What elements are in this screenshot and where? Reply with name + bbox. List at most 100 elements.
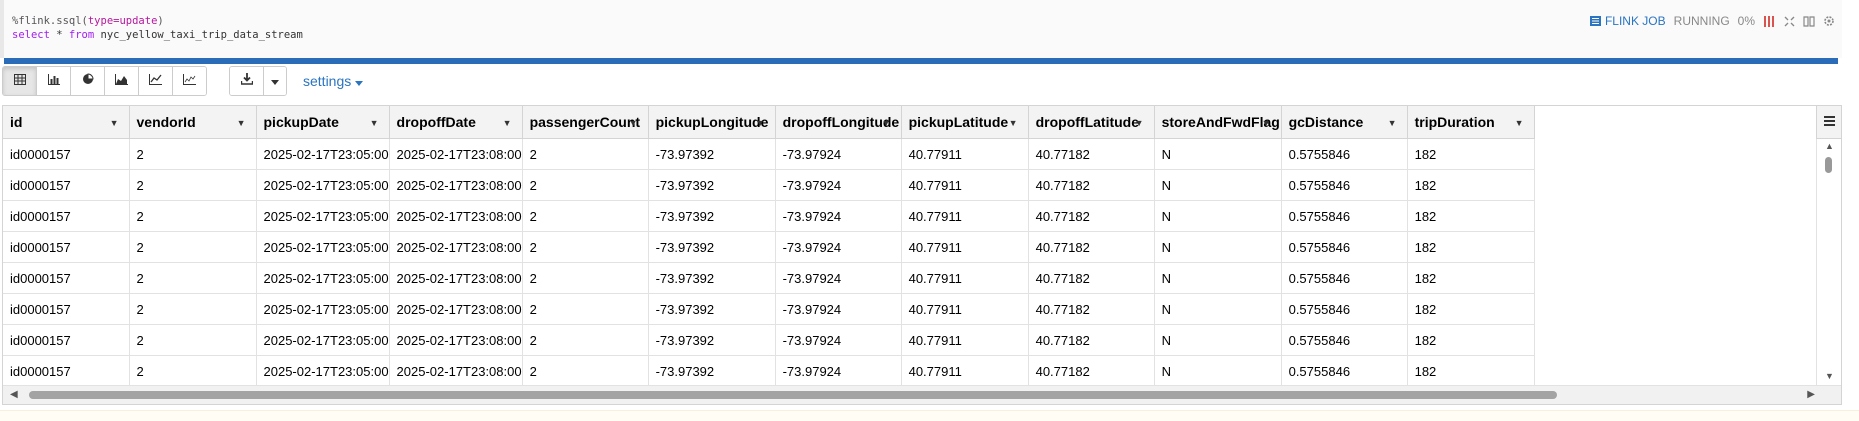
column-menu-icon[interactable]: ▼ bbox=[1009, 118, 1018, 128]
table-cell[interactable]: -73.97924 bbox=[775, 169, 902, 201]
table-cell[interactable]: id0000157 bbox=[3, 169, 130, 201]
table-cell[interactable]: -73.97924 bbox=[775, 355, 902, 387]
horizontal-scroll-thumb[interactable] bbox=[29, 391, 1557, 399]
column-menu-icon[interactable]: ▼ bbox=[882, 118, 891, 128]
table-cell[interactable]: -73.97392 bbox=[648, 169, 776, 201]
table-cell[interactable]: 2025-02-17T23:08:00 bbox=[389, 231, 523, 263]
table-cell[interactable]: 40.77911 bbox=[901, 231, 1029, 263]
table-cell[interactable]: 2 bbox=[129, 231, 257, 263]
table-cell[interactable]: -73.97924 bbox=[775, 262, 902, 294]
table-cell[interactable]: 40.77182 bbox=[1028, 169, 1155, 201]
column-menu-icon[interactable]: ▼ bbox=[756, 118, 765, 128]
table-cell[interactable]: 40.77182 bbox=[1028, 293, 1155, 325]
code-text[interactable]: %flink.ssql(type=update) select * from n… bbox=[12, 14, 303, 42]
table-cell[interactable]: 40.77911 bbox=[901, 138, 1029, 170]
table-cell[interactable]: 40.77911 bbox=[901, 262, 1029, 294]
table-row[interactable]: id0000157 2 2025-02-17T23:05:00 2025-02-17T… bbox=[3, 138, 1535, 170]
table-cell[interactable]: id0000157 bbox=[3, 324, 130, 356]
column-menu-icon[interactable]: ▼ bbox=[1262, 118, 1271, 128]
column-menu-icon[interactable]: ▼ bbox=[503, 118, 512, 128]
table-cell[interactable]: 0.5755846 bbox=[1281, 200, 1408, 232]
scroll-left-icon[interactable]: ◀ bbox=[10, 389, 18, 400]
table-cell[interactable]: 182 bbox=[1407, 324, 1535, 356]
table-cell[interactable]: -73.97924 bbox=[775, 324, 902, 356]
column-header[interactable]: dropoffDate ▼ bbox=[389, 106, 523, 139]
area-chart-button[interactable] bbox=[105, 67, 139, 95]
table-cell[interactable]: 40.77182 bbox=[1028, 138, 1155, 170]
table-cell[interactable]: 182 bbox=[1407, 138, 1535, 170]
table-cell[interactable]: 2 bbox=[522, 324, 649, 356]
table-cell[interactable]: 2025-02-17T23:05:00 bbox=[256, 138, 390, 170]
table-cell[interactable]: 2025-02-17T23:05:00 bbox=[256, 355, 390, 387]
table-cell[interactable]: 40.77182 bbox=[1028, 262, 1155, 294]
table-cell[interactable]: 2 bbox=[129, 200, 257, 232]
table-cell[interactable]: N bbox=[1154, 293, 1282, 325]
table-cell[interactable]: 2 bbox=[129, 138, 257, 170]
scroll-up-icon[interactable]: ▲ bbox=[1825, 141, 1834, 151]
table-cell[interactable]: id0000157 bbox=[3, 355, 130, 387]
settings-toggle[interactable]: settings bbox=[303, 73, 364, 89]
table-cell[interactable]: id0000157 bbox=[3, 262, 130, 294]
table-cell[interactable]: 182 bbox=[1407, 169, 1535, 201]
table-cell[interactable]: 40.77182 bbox=[1028, 355, 1155, 387]
table-row[interactable]: id0000157 2 2025-02-17T23:05:00 2025-02-17T… bbox=[3, 293, 1535, 325]
scroll-down-icon[interactable]: ▼ bbox=[1825, 371, 1834, 381]
table-cell[interactable]: -73.97924 bbox=[775, 293, 902, 325]
table-row[interactable]: id0000157 2 2025-02-17T23:05:00 2025-02-17T… bbox=[3, 355, 1535, 387]
table-cell[interactable]: 40.77911 bbox=[901, 324, 1029, 356]
column-header[interactable]: passengerCount ▼ bbox=[522, 106, 649, 139]
table-cell[interactable]: -73.97924 bbox=[775, 138, 902, 170]
table-cell[interactable]: 182 bbox=[1407, 231, 1535, 263]
table-cell[interactable]: -73.97392 bbox=[648, 355, 776, 387]
table-cell[interactable]: 2025-02-17T23:05:00 bbox=[256, 262, 390, 294]
table-cell[interactable]: 2 bbox=[522, 262, 649, 294]
line-chart-button[interactable] bbox=[139, 67, 173, 95]
table-cell[interactable]: 2025-02-17T23:08:00 bbox=[389, 355, 523, 387]
table-cell[interactable]: -73.97924 bbox=[775, 200, 902, 232]
book-icon[interactable] bbox=[1803, 15, 1815, 27]
grid-menu-button[interactable] bbox=[1816, 106, 1841, 139]
column-menu-icon[interactable]: ▼ bbox=[1515, 118, 1524, 128]
table-cell[interactable]: 0.5755846 bbox=[1281, 355, 1408, 387]
table-cell[interactable]: 2 bbox=[129, 293, 257, 325]
table-cell[interactable]: 182 bbox=[1407, 262, 1535, 294]
table-cell[interactable]: 2 bbox=[522, 138, 649, 170]
table-cell[interactable]: 2 bbox=[522, 169, 649, 201]
scroll-right-icon[interactable]: ▶ bbox=[1807, 389, 1815, 400]
table-cell[interactable]: -73.97392 bbox=[648, 200, 776, 232]
table-cell[interactable]: 182 bbox=[1407, 355, 1535, 387]
download-options-button[interactable] bbox=[264, 67, 286, 95]
column-header[interactable]: id ▼ bbox=[3, 106, 130, 139]
code-editor[interactable]: %flink.ssql(type=update) select * from n… bbox=[0, 0, 1842, 58]
table-cell[interactable]: 182 bbox=[1407, 293, 1535, 325]
table-cell[interactable]: 0.5755846 bbox=[1281, 262, 1408, 294]
table-cell[interactable]: 2 bbox=[129, 169, 257, 201]
gear-icon[interactable] bbox=[1823, 15, 1835, 27]
table-cell[interactable]: 0.5755846 bbox=[1281, 231, 1408, 263]
table-cell[interactable]: -73.97392 bbox=[648, 324, 776, 356]
table-view-button[interactable] bbox=[3, 67, 37, 95]
table-cell[interactable]: 2 bbox=[522, 293, 649, 325]
column-header[interactable]: dropoffLongitude ▼ bbox=[775, 106, 902, 139]
table-cell[interactable]: N bbox=[1154, 355, 1282, 387]
vertical-scroll-thumb[interactable] bbox=[1825, 157, 1832, 173]
horizontal-scrollbar[interactable]: ◀ ▶ bbox=[3, 385, 1841, 404]
table-cell[interactable]: id0000157 bbox=[3, 231, 130, 263]
table-cell[interactable]: 2025-02-17T23:05:00 bbox=[256, 324, 390, 356]
vertical-scrollbar[interactable]: ▲ ▼ bbox=[1816, 139, 1841, 385]
table-cell[interactable]: 2025-02-17T23:05:00 bbox=[256, 231, 390, 263]
table-row[interactable]: id0000157 2 2025-02-17T23:05:00 2025-02-17T… bbox=[3, 231, 1535, 263]
pie-chart-button[interactable] bbox=[71, 67, 105, 95]
table-cell[interactable]: N bbox=[1154, 262, 1282, 294]
table-cell[interactable]: 2025-02-17T23:08:00 bbox=[389, 169, 523, 201]
column-header[interactable]: vendorId ▼ bbox=[129, 106, 257, 139]
column-menu-icon[interactable]: ▼ bbox=[110, 118, 119, 128]
collapse-icon[interactable] bbox=[1783, 15, 1795, 27]
table-cell[interactable]: -73.97392 bbox=[648, 231, 776, 263]
table-cell[interactable]: 40.77182 bbox=[1028, 200, 1155, 232]
table-cell[interactable]: 2025-02-17T23:08:00 bbox=[389, 324, 523, 356]
column-header[interactable]: tripDuration ▼ bbox=[1407, 106, 1535, 139]
table-cell[interactable]: N bbox=[1154, 169, 1282, 201]
table-cell[interactable]: -73.97924 bbox=[775, 231, 902, 263]
table-cell[interactable]: id0000157 bbox=[3, 293, 130, 325]
